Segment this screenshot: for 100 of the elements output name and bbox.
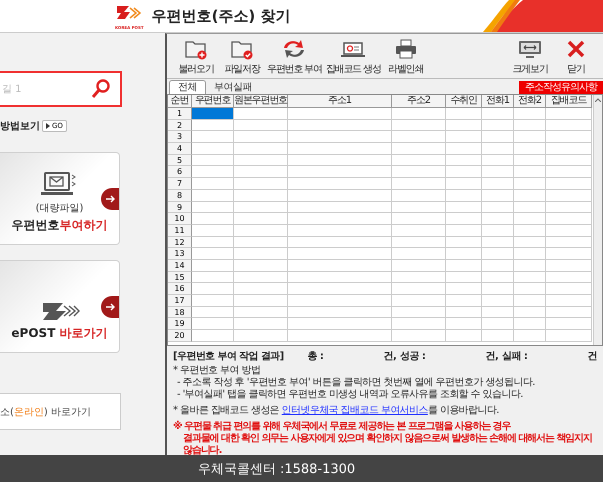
table-cell[interactable] <box>234 108 288 120</box>
table-cell[interactable] <box>546 190 592 202</box>
toolbar-button[interactable]: 불러오기 <box>173 38 219 76</box>
notice-button[interactable]: 주소작성유의사항 <box>519 81 603 94</box>
table-cell[interactable] <box>192 131 234 144</box>
table-cell[interactable] <box>288 213 392 225</box>
table-cell[interactable] <box>446 213 482 225</box>
table-cell[interactable] <box>546 272 592 284</box>
table-cell[interactable] <box>482 131 514 144</box>
table-cell[interactable] <box>234 260 288 272</box>
table-cell[interactable] <box>446 143 482 155</box>
table-cell[interactable] <box>446 131 482 144</box>
table-cell[interactable] <box>514 166 546 178</box>
table-cell[interactable] <box>514 120 546 132</box>
table-cell[interactable] <box>392 318 446 330</box>
table-cell[interactable] <box>514 224 546 237</box>
table-cell[interactable] <box>234 131 288 144</box>
table-cell[interactable] <box>192 272 234 284</box>
table-cell[interactable] <box>446 154 482 166</box>
search-field[interactable]: 길 1 <box>0 71 122 107</box>
table-cell[interactable] <box>392 295 446 307</box>
table-cell[interactable] <box>288 236 392 248</box>
table-cell[interactable] <box>514 178 546 190</box>
table-cell[interactable] <box>392 154 446 166</box>
table-cell[interactable] <box>482 120 514 132</box>
shortcut-card[interactable]: ePOST 바로가기 <box>0 260 120 353</box>
table-cell[interactable] <box>514 131 546 144</box>
table-cell[interactable] <box>288 306 392 318</box>
table-cell[interactable] <box>546 330 592 342</box>
table-cell[interactable] <box>546 108 592 120</box>
table-cell[interactable] <box>546 120 592 132</box>
table-cell[interactable] <box>514 306 546 318</box>
table-cell[interactable] <box>392 178 446 190</box>
table-cell[interactable] <box>192 120 234 132</box>
table-cell[interactable] <box>482 178 514 190</box>
table-cell[interactable] <box>546 295 592 307</box>
table-cell[interactable] <box>288 166 392 178</box>
table-cell[interactable] <box>482 224 514 237</box>
table-cell[interactable] <box>546 283 592 295</box>
column-header[interactable]: 주소1 <box>288 95 392 108</box>
table-cell[interactable] <box>446 306 482 318</box>
table-cell[interactable] <box>234 154 288 166</box>
table-cell[interactable] <box>482 306 514 318</box>
table-cell[interactable] <box>546 260 592 272</box>
table-cell[interactable] <box>192 213 234 225</box>
table-cell[interactable] <box>392 236 446 248</box>
table-cell[interactable] <box>482 272 514 284</box>
table-cell[interactable] <box>482 154 514 166</box>
table-cell[interactable] <box>546 178 592 190</box>
table-cell[interactable] <box>288 330 392 342</box>
table-cell[interactable] <box>482 260 514 272</box>
table-cell[interactable] <box>392 213 446 225</box>
table-cell[interactable] <box>514 190 546 202</box>
table-cell[interactable] <box>482 318 514 330</box>
table-cell[interactable] <box>446 283 482 295</box>
table-cell[interactable] <box>546 236 592 248</box>
table-cell[interactable] <box>288 283 392 295</box>
toolbar-button[interactable]: 라벨인쇄 <box>382 38 429 76</box>
table-cell[interactable] <box>392 260 446 272</box>
table-cell[interactable] <box>446 120 482 132</box>
table-cell[interactable] <box>234 248 288 260</box>
table-cell[interactable] <box>288 131 392 144</box>
table-cell[interactable] <box>234 143 288 155</box>
table-cell[interactable] <box>482 190 514 202</box>
table-cell[interactable] <box>192 318 234 330</box>
table-cell[interactable] <box>234 213 288 225</box>
table-cell[interactable] <box>446 295 482 307</box>
table-cell[interactable] <box>234 283 288 295</box>
table-cell[interactable] <box>546 213 592 225</box>
shortcut-card[interactable]: (대량파일) 우편번호부여하기 <box>0 152 120 245</box>
table-cell[interactable] <box>514 202 546 214</box>
table-cell[interactable] <box>192 178 234 190</box>
table-cell[interactable] <box>192 154 234 166</box>
table-cell[interactable] <box>392 190 446 202</box>
table-cell[interactable] <box>288 295 392 307</box>
toolbar-button[interactable]: 닫기 <box>553 38 599 76</box>
table-cell[interactable] <box>546 166 592 178</box>
table-cell[interactable] <box>392 166 446 178</box>
table-cell[interactable] <box>482 202 514 214</box>
table-cell[interactable] <box>446 272 482 284</box>
toolbar-button[interactable]: 집배코드 생성 <box>324 38 383 76</box>
table-cell[interactable] <box>514 260 546 272</box>
table-cell[interactable] <box>234 318 288 330</box>
table-cell[interactable] <box>546 318 592 330</box>
table-cell[interactable] <box>234 202 288 214</box>
scrollbar[interactable] <box>593 95 602 345</box>
table-cell[interactable] <box>546 154 592 166</box>
column-header[interactable]: 원본우편번호 <box>234 95 288 108</box>
table-cell[interactable] <box>192 295 234 307</box>
table-cell[interactable] <box>446 260 482 272</box>
table-cell[interactable] <box>392 248 446 260</box>
table-cell[interactable] <box>192 236 234 248</box>
table-cell[interactable] <box>192 260 234 272</box>
table-cell[interactable] <box>482 236 514 248</box>
table-cell[interactable] <box>514 283 546 295</box>
table-cell[interactable] <box>392 202 446 214</box>
table-cell[interactable] <box>288 178 392 190</box>
table-cell[interactable] <box>288 190 392 202</box>
table-cell[interactable] <box>514 236 546 248</box>
column-header[interactable]: 수취인 <box>446 95 482 108</box>
